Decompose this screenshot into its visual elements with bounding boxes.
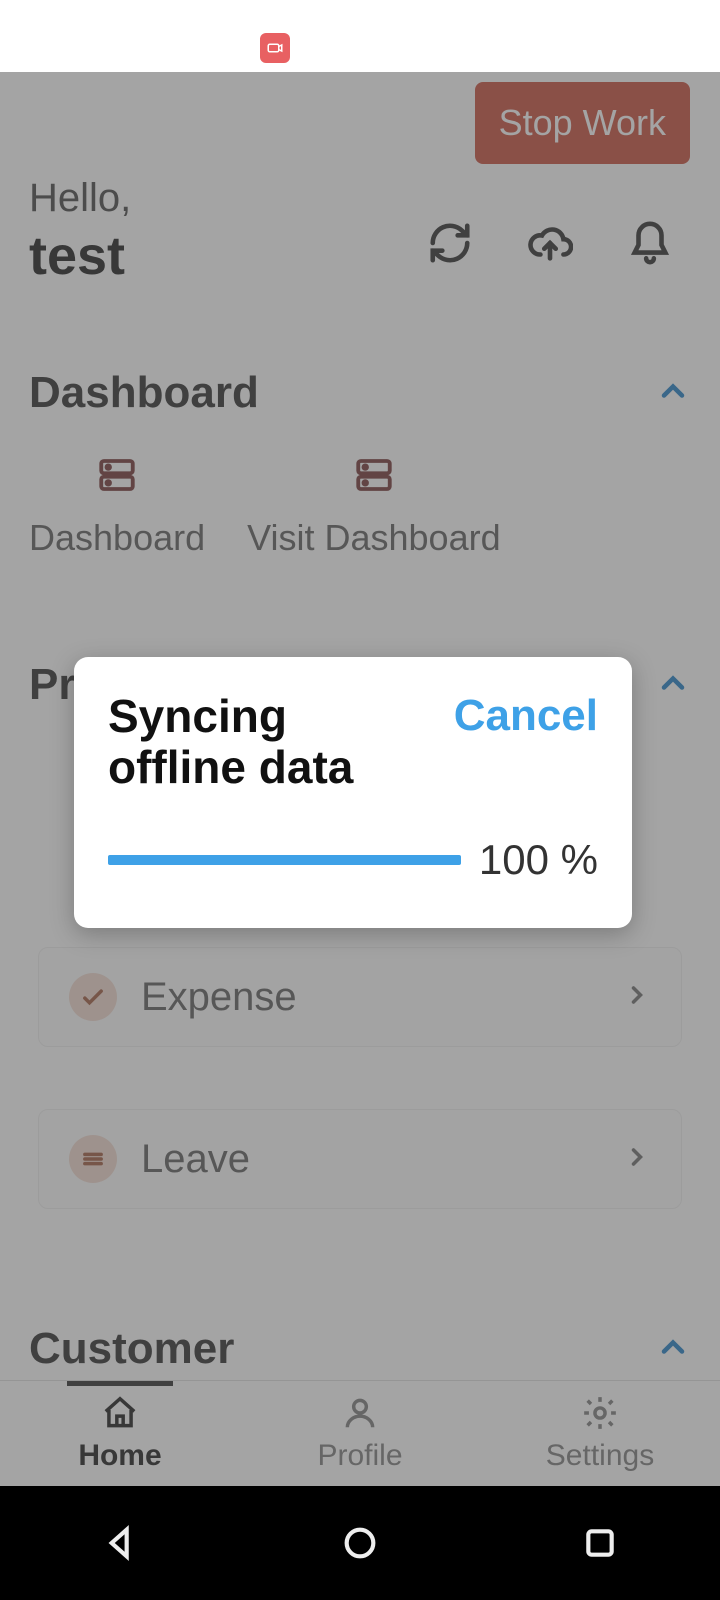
dialog-title: Syncing offline data [108,691,428,792]
nav-back-icon[interactable] [100,1523,140,1563]
progress-percent-text: 100 % [479,836,598,884]
progress-bar [108,855,461,865]
sync-dialog: Syncing offline data Cancel 100 % [74,657,632,928]
nav-recent-icon[interactable] [580,1523,620,1563]
cancel-button[interactable]: Cancel [454,691,598,741]
screen-record-icon [260,33,290,63]
nav-home-icon[interactable] [340,1523,380,1563]
status-bar [0,0,720,72]
system-nav-bar [0,1486,720,1600]
